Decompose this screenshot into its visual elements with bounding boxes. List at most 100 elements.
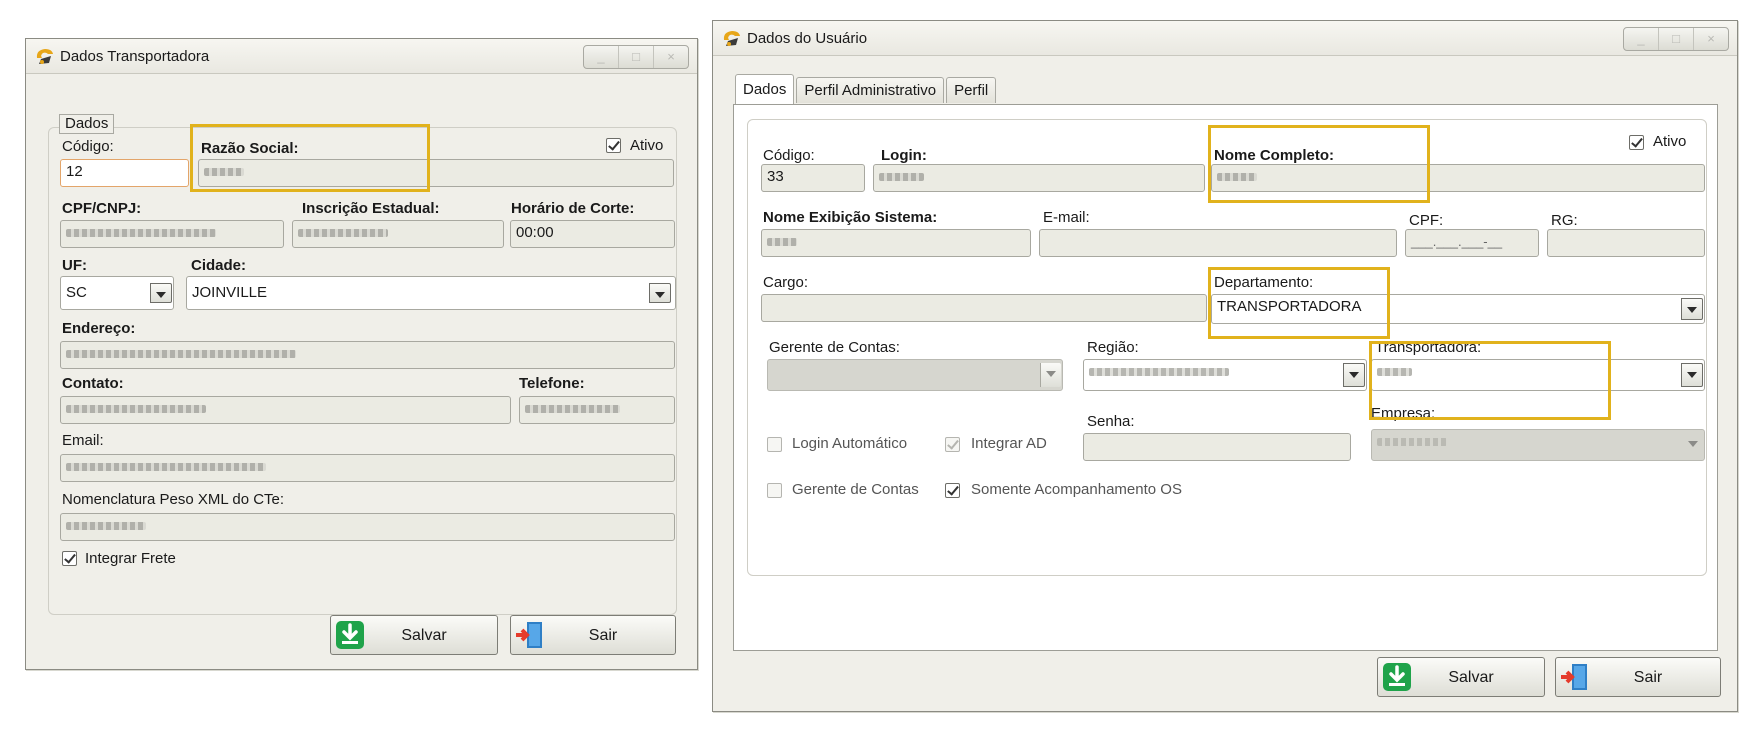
integrar-ad-label: Integrar AD	[971, 435, 1047, 452]
login-automatico-checkbox[interactable]	[767, 437, 782, 452]
redacted-text	[879, 173, 924, 181]
inscricao-estadual-field[interactable]	[292, 220, 504, 248]
chevron-down-icon[interactable]	[1343, 363, 1365, 387]
uf-dropdown[interactable]: SC	[60, 276, 174, 310]
gerente-contas-dropdown[interactable]	[767, 359, 1063, 391]
rg-label: RG:	[1551, 212, 1578, 229]
gerente-contas-label: Gerente de Contas:	[769, 339, 900, 356]
sair-label: Sair	[588, 627, 618, 644]
ativo-label: Ativo	[630, 137, 664, 154]
codigo-field[interactable]: 33	[761, 164, 865, 192]
email-label: Email:	[62, 432, 104, 449]
sair-button[interactable]: Sair	[510, 615, 676, 655]
senha-label: Senha:	[1087, 413, 1135, 430]
tab-perfil[interactable]: Perfil	[946, 77, 997, 103]
title-bar: Dados Transportadora _ □ ×	[26, 39, 697, 74]
app-logo-icon	[36, 49, 53, 64]
uf-label: UF:	[62, 257, 87, 274]
cpf-cnpj-field[interactable]	[60, 220, 284, 248]
endereco-field[interactable]	[60, 341, 675, 369]
login-automatico-label: Login Automático	[792, 435, 908, 452]
gerente-contas-checkbox[interactable]	[767, 483, 782, 498]
codigo-label: Código:	[62, 138, 114, 155]
regiao-label: Região:	[1087, 339, 1139, 356]
close-button[interactable]: ×	[654, 46, 688, 68]
close-button[interactable]: ×	[1694, 28, 1728, 50]
ativo-checkbox[interactable]	[606, 138, 621, 153]
maximize-button[interactable]: □	[1659, 28, 1694, 50]
redacted-text	[66, 463, 266, 471]
minimize-button[interactable]: _	[584, 46, 619, 68]
empresa-dropdown[interactable]	[1371, 429, 1705, 461]
usuario-window: Dados do Usuário _ □ × Dados Perfil Admi…	[712, 20, 1738, 712]
nome-exibicao-field[interactable]	[761, 229, 1031, 257]
ativo-label: Ativo	[1653, 133, 1687, 150]
salvar-button[interactable]: Salvar	[330, 615, 498, 655]
email-field[interactable]	[60, 454, 675, 482]
highlight-nome-completo	[1208, 125, 1430, 203]
highlight-razao-social	[190, 124, 430, 192]
cidade-label: Cidade:	[191, 257, 247, 274]
cpf-field[interactable]: ___.___.___-__	[1405, 229, 1539, 257]
regiao-dropdown[interactable]	[1083, 359, 1367, 391]
nomenclatura-field[interactable]	[60, 513, 675, 541]
group-title: Dados	[59, 114, 115, 134]
redacted-text	[66, 522, 146, 530]
minimize-button[interactable]: _	[1624, 28, 1659, 50]
highlight-departamento	[1208, 267, 1390, 339]
somente-acompanhamento-checkbox[interactable]	[945, 483, 960, 498]
rg-field[interactable]	[1547, 229, 1705, 257]
window-controls: _ □ ×	[583, 45, 689, 69]
window-title: Dados Transportadora	[60, 48, 210, 65]
somente-acompanhamento-label: Somente Acompanhamento OS	[971, 481, 1182, 498]
redacted-text	[66, 405, 206, 413]
email-field[interactable]	[1039, 229, 1397, 257]
tab-strip: Dados Perfil Administrativo Perfil	[735, 74, 998, 104]
chevron-down-icon[interactable]	[1681, 298, 1703, 320]
gerente-contas-chk-label: Gerente de Contas	[792, 481, 919, 498]
senha-field[interactable]	[1083, 433, 1351, 461]
window-controls: _ □ ×	[1623, 27, 1729, 51]
ativo-checkbox[interactable]	[1629, 135, 1644, 150]
tab-perfil-administrativo[interactable]: Perfil Administrativo	[796, 77, 945, 103]
redacted-text	[66, 229, 216, 237]
horario-corte-label: Horário de Corte:	[511, 200, 635, 217]
horario-corte-field[interactable]: 00:00	[510, 220, 675, 248]
title-bar: Dados do Usuário _ □ ×	[713, 21, 1737, 56]
login-label: Login:	[881, 147, 927, 164]
integrar-frete-label: Integrar Frete	[85, 550, 176, 567]
maximize-button[interactable]: □	[619, 46, 654, 68]
redacted-text	[1377, 438, 1447, 446]
cidade-dropdown[interactable]: JOINVILLE	[186, 276, 676, 310]
highlight-transportadora	[1369, 341, 1611, 420]
redacted-text	[1089, 368, 1229, 376]
codigo-label: Código:	[763, 147, 815, 164]
chevron-down-icon[interactable]	[1681, 363, 1703, 387]
transportadora-window: Dados Transportadora _ □ × Dados Código:…	[25, 38, 698, 670]
tab-dados[interactable]: Dados	[735, 74, 795, 104]
telefone-label: Telefone:	[519, 375, 585, 392]
nomenclatura-label: Nomenclatura Peso XML do CTe:	[62, 491, 285, 508]
chevron-down-icon[interactable]	[1683, 433, 1703, 457]
salvar-label: Salvar	[401, 627, 447, 644]
redacted-text	[525, 405, 620, 413]
chevron-down-icon[interactable]	[150, 283, 172, 303]
integrar-frete-checkbox[interactable]	[62, 551, 77, 566]
redacted-text	[767, 238, 797, 246]
redacted-text	[298, 229, 388, 237]
sair-label: Sair	[1633, 669, 1663, 686]
cargo-field[interactable]	[761, 294, 1207, 322]
telefone-field[interactable]	[519, 396, 675, 424]
window-title: Dados do Usuário	[747, 30, 868, 47]
nome-exibicao-label: Nome Exibição Sistema:	[763, 209, 938, 226]
email-label: E-mail:	[1043, 209, 1090, 226]
codigo-field[interactable]: 12	[60, 159, 189, 187]
chevron-down-icon[interactable]	[649, 283, 671, 303]
sair-button[interactable]: Sair	[1555, 657, 1721, 697]
integrar-ad-checkbox[interactable]	[945, 437, 960, 452]
login-field[interactable]	[873, 164, 1205, 192]
chevron-down-icon[interactable]	[1040, 363, 1061, 387]
salvar-button[interactable]: Salvar	[1377, 657, 1545, 697]
contato-field[interactable]	[60, 396, 511, 424]
cpf-label: CPF:	[1409, 212, 1444, 229]
